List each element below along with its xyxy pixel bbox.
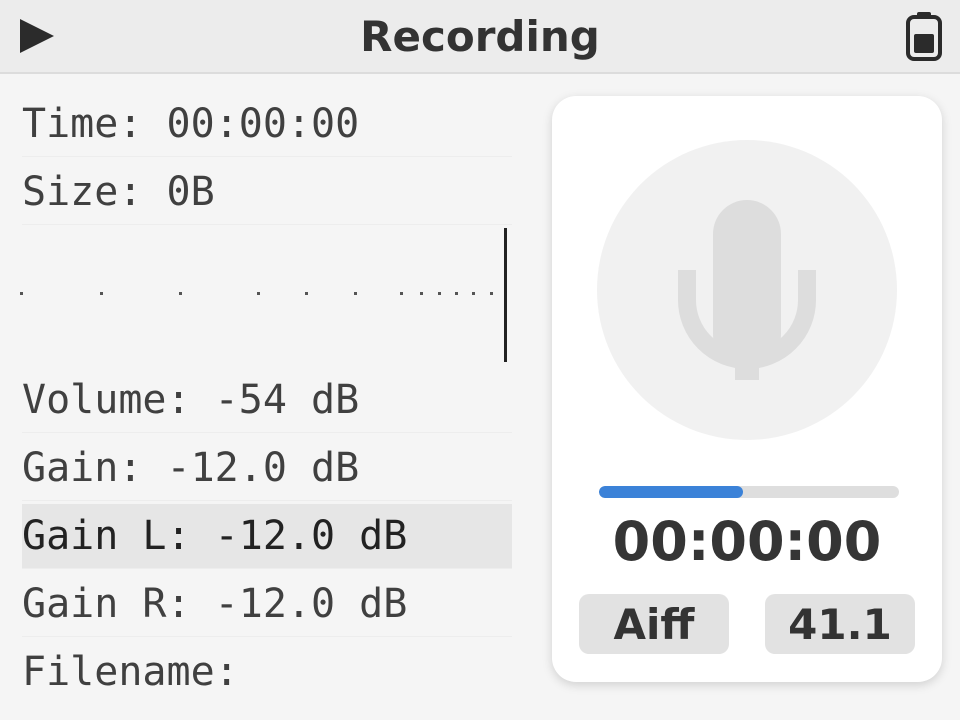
recording-progress-fill bbox=[599, 486, 743, 498]
meter-dots bbox=[20, 292, 493, 295]
gain-right-setting[interactable]: Gain R: -12.0 dB bbox=[22, 572, 512, 637]
page-title: Recording bbox=[360, 12, 600, 61]
volume-readout: Volume: -54 dB bbox=[22, 368, 512, 433]
gain-setting[interactable]: Gain: -12.0 dB bbox=[22, 436, 512, 501]
battery-icon bbox=[906, 12, 942, 61]
format-button[interactable]: Aiff bbox=[579, 594, 729, 654]
time-readout: Time: 00:00:00 bbox=[22, 92, 512, 157]
gain-left-setting[interactable]: Gain L: -12.0 dB bbox=[22, 504, 512, 569]
size-readout: Size: 0B bbox=[22, 160, 512, 225]
top-bar: Recording bbox=[0, 0, 960, 74]
meter-cursor bbox=[504, 228, 507, 362]
level-meter bbox=[20, 228, 507, 362]
filename-setting[interactable]: Filename: bbox=[22, 640, 512, 704]
record-button[interactable] bbox=[597, 140, 897, 440]
recording-timer: 00:00:00 bbox=[612, 510, 882, 573]
sample-rate-button[interactable]: 41.1 bbox=[765, 594, 915, 654]
recording-progress-bar bbox=[599, 486, 899, 498]
recorder-card: 00:00:00 Aiff 41.1 bbox=[552, 96, 942, 682]
microphone-icon bbox=[678, 200, 816, 380]
